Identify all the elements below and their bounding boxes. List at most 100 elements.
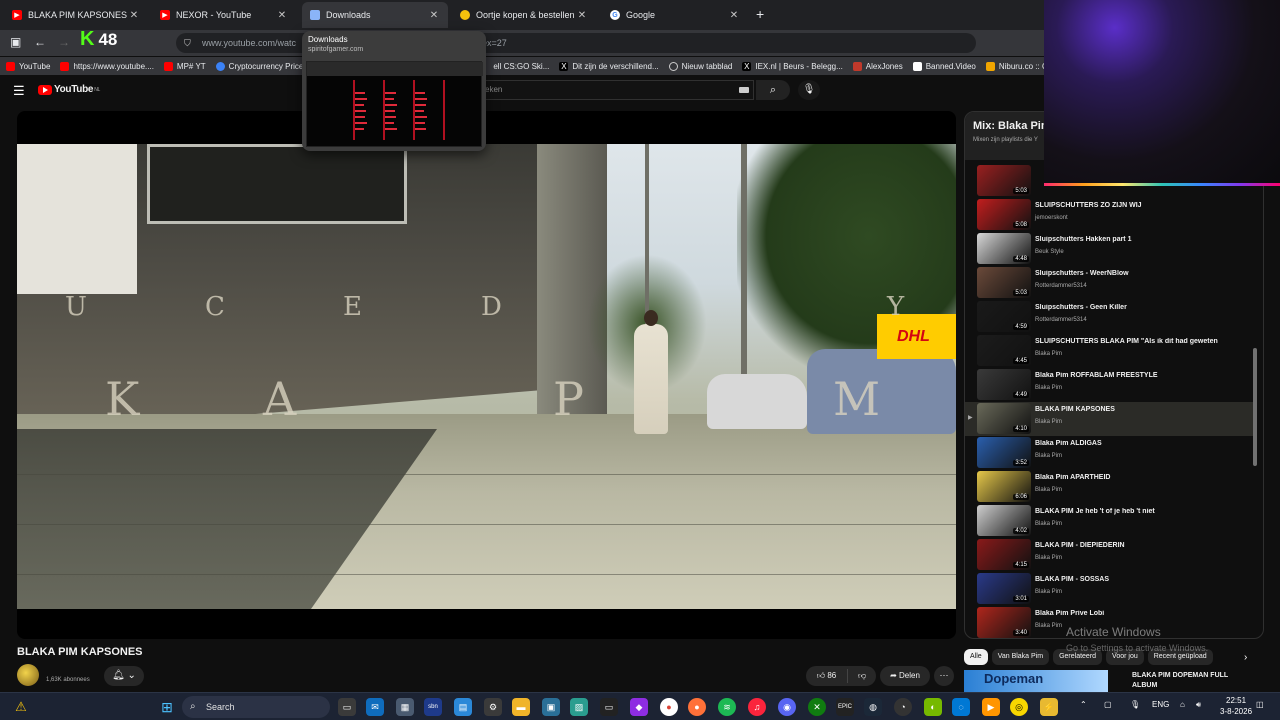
close-tab-icon[interactable]: ✕ bbox=[276, 10, 288, 21]
app4-icon[interactable]: ⚡ bbox=[1040, 698, 1058, 716]
like-button[interactable]: 👍︎ 86 bbox=[806, 669, 848, 683]
close-tab-icon[interactable]: ✕ bbox=[728, 10, 740, 21]
address-bar[interactable]: ⛉ www.youtube.com/watc ex=27 bbox=[176, 33, 976, 53]
tab-downloads[interactable]: Downloads ✕ bbox=[302, 2, 448, 28]
youtube-search-input[interactable]: eken bbox=[470, 80, 754, 100]
channel-avatar[interactable] bbox=[17, 664, 39, 686]
settings-icon[interactable]: ⚙ bbox=[484, 698, 502, 716]
notification-icon[interactable]: ◫ bbox=[1256, 700, 1264, 709]
calculator-icon[interactable]: ▦ bbox=[396, 698, 414, 716]
playlist-scrollbar[interactable] bbox=[1253, 348, 1257, 466]
chevron-up-icon[interactable]: ⌃ bbox=[1080, 700, 1087, 709]
google-favicon-icon: G bbox=[610, 10, 620, 20]
dislike-button[interactable]: 👎︎ bbox=[848, 671, 876, 681]
firefox-icon[interactable]: ● bbox=[688, 698, 706, 716]
menu-icon[interactable]: ☰ bbox=[13, 83, 25, 99]
bookmark-item[interactable]: AlexJones bbox=[852, 61, 903, 71]
warning-icon[interactable]: ⚠ bbox=[12, 698, 30, 716]
forward-icon[interactable]: → bbox=[58, 35, 70, 49]
bookmark-item[interactable]: X Dit zijn de verschillend... bbox=[559, 61, 659, 71]
playlist-item[interactable]: 4:49 Blaka Pim ROFFABLAM FREESTYLE Blaka P… bbox=[965, 368, 1255, 402]
bookmark-item[interactable]: MP# YT bbox=[163, 61, 206, 71]
playlist-item[interactable]: 4:59 Sluipschutters - Geen Killer Rotterda… bbox=[965, 300, 1255, 334]
tab-google[interactable]: G Google ✕ bbox=[602, 2, 748, 28]
youtube-logo[interactable]: YouTube NL bbox=[38, 84, 100, 95]
tab-blaka-pim-kapsones[interactable]: ▶ BLAKA PIM KAPSONES - Yo ✕ bbox=[4, 2, 148, 28]
recommended-video[interactable]: Dopeman BLAKA PIM DOPEMAN FULL ALBUM bbox=[964, 670, 1264, 692]
app2-icon[interactable]: ▶ bbox=[982, 698, 1000, 716]
playlist-item[interactable]: 3:01 BLAKA PIM - SOSSAS Blaka Pim bbox=[965, 572, 1255, 606]
phone-link-icon[interactable]: ▤ bbox=[454, 698, 472, 716]
new-tab-button[interactable]: + bbox=[756, 6, 764, 22]
bookmark-item[interactable]: YouTube bbox=[6, 61, 50, 71]
sbn-icon[interactable]: sbn bbox=[424, 698, 442, 716]
playlist-item[interactable]: 5:08 SLUIPSCHUTTERS ZO ZIJN WIJ jemoerskon… bbox=[965, 198, 1255, 232]
playlist-item[interactable]: ▶ 4:10 BLAKA PIM KAPSONES Blaka Pim bbox=[965, 402, 1255, 436]
task-view-icon[interactable]: ▭ bbox=[338, 698, 356, 716]
epic-games-icon[interactable]: EPIC bbox=[836, 698, 854, 716]
itunes-icon[interactable]: ♫ bbox=[748, 698, 766, 716]
bookmark-item[interactable]: Cryptocurrency Price bbox=[215, 61, 303, 71]
back-icon[interactable]: ← bbox=[34, 35, 46, 49]
close-tab-icon[interactable]: ✕ bbox=[428, 10, 440, 21]
chrome-icon[interactable]: ● bbox=[660, 698, 678, 716]
sidebar-toggle-icon[interactable]: ▣ bbox=[10, 35, 21, 49]
volume-icon[interactable]: 🔊︎ bbox=[1196, 700, 1201, 710]
remote-desktop-icon[interactable]: ▣ bbox=[542, 698, 560, 716]
app3-icon[interactable]: ◎ bbox=[1010, 698, 1028, 716]
site-info-icon[interactable]: ⛉ bbox=[184, 33, 191, 53]
system-clock[interactable]: 22:51 3-8-2026 bbox=[1220, 695, 1252, 717]
playlist-item[interactable]: 4:15 BLAKA PIM - DIEPIEDERIN Blaka Pim bbox=[965, 538, 1255, 572]
close-tab-icon[interactable]: ✕ bbox=[576, 10, 588, 21]
thumbs-up-icon: 👍︎ bbox=[816, 671, 826, 680]
playlist-item[interactable]: 4:45 SLUIPSCHUTTERS BLAKA PIM "Als ik dit… bbox=[965, 334, 1255, 368]
playlist-item[interactable]: 4:48 Sluipschutters Hakken part 1 Beuk Sty… bbox=[965, 232, 1255, 266]
bookmark-item[interactable]: ell CS:GO Ski... bbox=[493, 62, 549, 71]
video-player[interactable]: DHL U C E D Y K A P M bbox=[17, 111, 956, 639]
playlist-item-thumbnail: 4:02 bbox=[977, 505, 1031, 536]
outlook-icon[interactable]: ✉ bbox=[366, 698, 384, 716]
steam-icon[interactable]: ◍ bbox=[864, 698, 882, 716]
search-button[interactable]: ⌕ bbox=[756, 80, 790, 100]
bookmark-item[interactable]: Banned.Video bbox=[912, 61, 976, 71]
chip-from-channel[interactable]: Van Blaka Pim bbox=[991, 649, 1050, 665]
tab-preview-thumbnail bbox=[306, 61, 483, 147]
playlist-title[interactable]: Mix: Blaka Pim bbox=[973, 120, 1051, 132]
chevron-right-icon[interactable]: › bbox=[1244, 652, 1247, 663]
tab-nexor[interactable]: ▶ NEXOR - YouTube ✕ bbox=[152, 2, 296, 28]
bookmark-item[interactable]: https://www.youtube.... bbox=[60, 61, 154, 71]
xbox-icon[interactable]: ✕ bbox=[808, 698, 826, 716]
spotify-icon[interactable]: ≋ bbox=[718, 698, 736, 716]
playlist-item[interactable]: 6:06 Blaka Pim APARTHEID Blaka Pim bbox=[965, 470, 1255, 504]
photos-icon[interactable]: ▨ bbox=[570, 698, 588, 716]
edge-icon[interactable]: ◌ bbox=[952, 698, 970, 716]
share-button[interactable]: ➦ Delen bbox=[880, 666, 930, 686]
nvidia-icon[interactable]: ◐ bbox=[924, 698, 942, 716]
terminal-icon[interactable]: ▭ bbox=[600, 698, 618, 716]
gauge-icon[interactable]: ◔ bbox=[894, 698, 912, 716]
playlist-item-thumbnail: 4:10 bbox=[977, 403, 1031, 434]
voice-search-button[interactable]: 🎙 bbox=[798, 80, 820, 100]
windows-start-icon[interactable]: ⊞ bbox=[158, 698, 176, 716]
discord-icon[interactable]: ◉ bbox=[778, 698, 796, 716]
chip-all[interactable]: Alle bbox=[964, 649, 988, 665]
close-tab-icon[interactable]: ✕ bbox=[128, 10, 140, 21]
app-icon[interactable]: ◆ bbox=[630, 698, 648, 716]
more-options-button[interactable]: ⋯ bbox=[934, 666, 954, 686]
playlist-item-channel: Blaka Pim bbox=[1035, 555, 1063, 561]
language-indicator[interactable]: ENG bbox=[1152, 700, 1169, 709]
network-icon[interactable]: ⌂ bbox=[1180, 700, 1185, 709]
bookmark-item[interactable]: Nieuw tabblad bbox=[668, 61, 732, 71]
taskbar-search[interactable]: ⌕ Search bbox=[182, 696, 330, 718]
tab-jumbo[interactable]: Oortje kopen & bestellen | Jum ✕ bbox=[452, 2, 596, 28]
playlist-item[interactable]: 4:02 BLAKA PIM Je heb 't of je heb 't nie… bbox=[965, 504, 1255, 538]
notification-bell-button[interactable]: 🔔︎ ⌄ bbox=[104, 666, 144, 686]
keyboard-icon[interactable] bbox=[739, 87, 749, 93]
playlist-item[interactable]: 5:03 Sluipschutters - WeerNBlow Rotterdamm… bbox=[965, 266, 1255, 300]
system-tray-icon[interactable]: ▢ bbox=[1104, 700, 1112, 709]
jumbo-favicon-icon bbox=[460, 10, 470, 20]
file-explorer-icon[interactable]: ▬ bbox=[512, 698, 530, 716]
microphone-icon[interactable]: 🎙 bbox=[1130, 700, 1140, 709]
bookmark-item[interactable]: X IEX.nl | Beurs - Belegg... bbox=[742, 61, 843, 71]
playlist-item[interactable]: 3:52 Blaka Pim ALDIGAS Blaka Pim bbox=[965, 436, 1255, 470]
